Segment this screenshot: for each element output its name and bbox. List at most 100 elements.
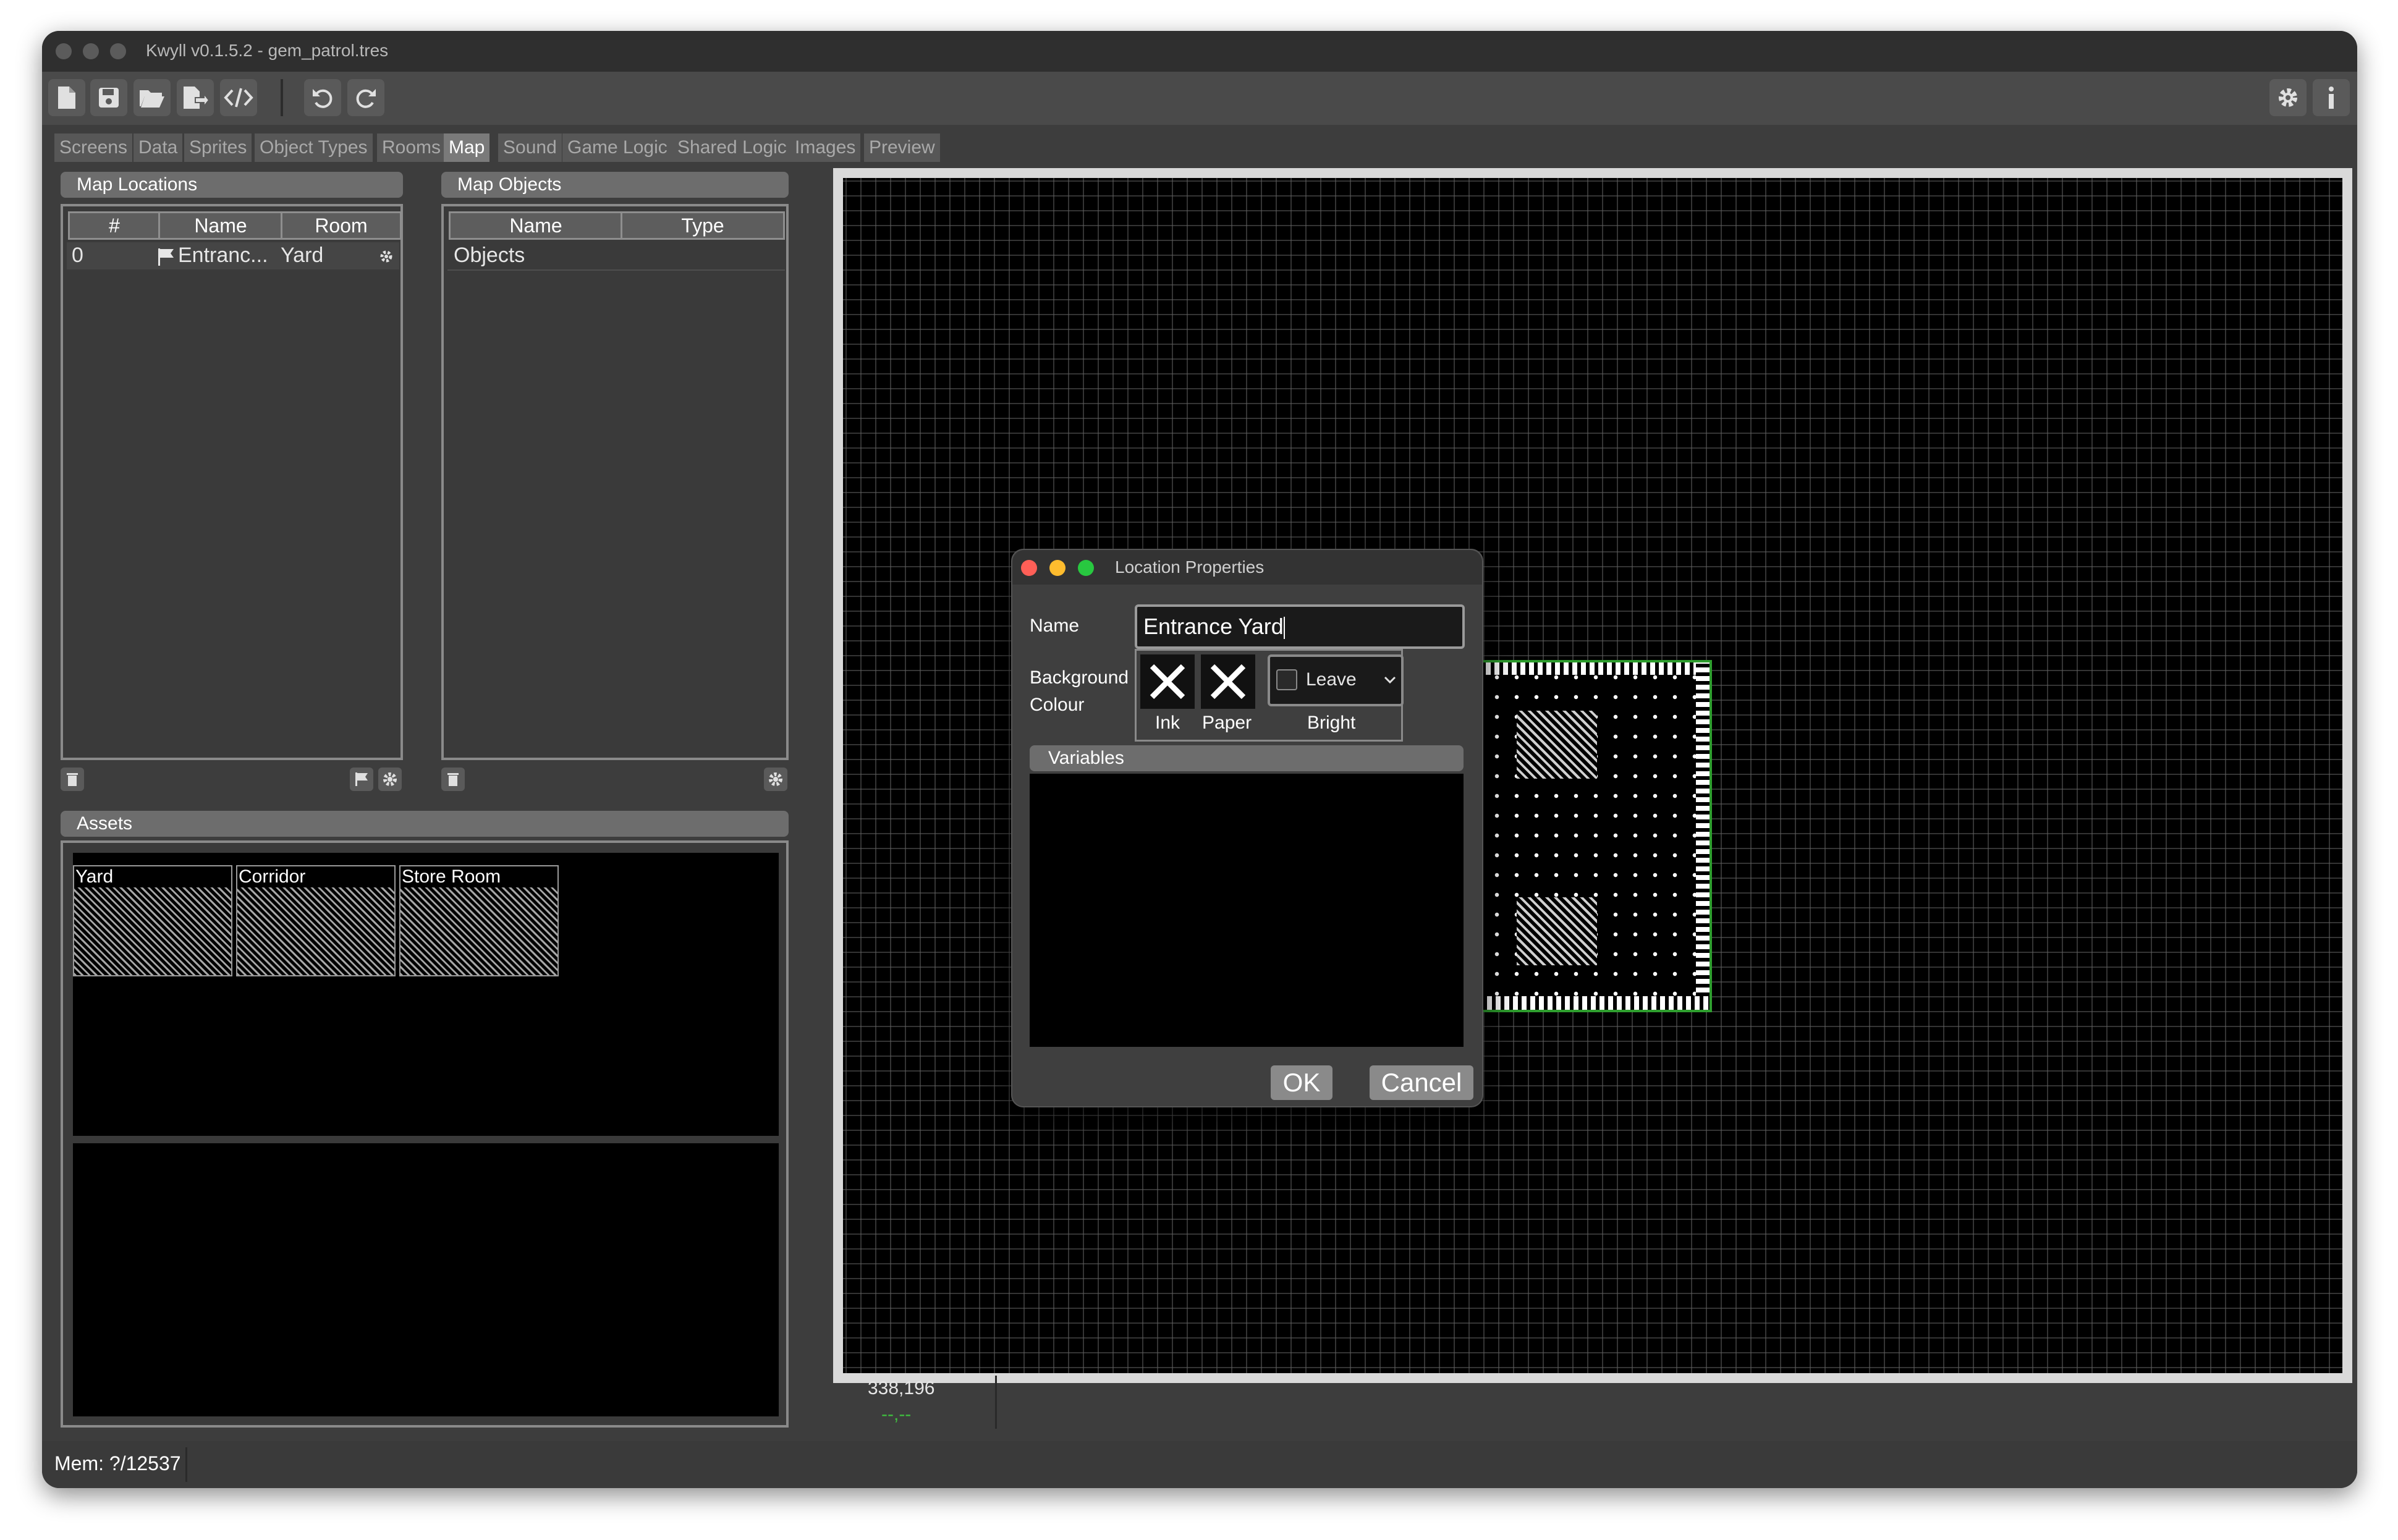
close-window-button[interactable] — [56, 43, 72, 59]
tab-images[interactable]: Images — [790, 133, 861, 162]
delete-location-button[interactable] — [61, 768, 84, 791]
delete-object-button[interactable] — [441, 768, 465, 791]
code-button[interactable] — [220, 79, 257, 116]
export-button[interactable] — [177, 79, 214, 116]
bright-checkbox[interactable] — [1276, 669, 1297, 690]
name-label: Name — [1030, 616, 1080, 636]
settings-icon — [2279, 88, 2297, 107]
app-window: Kwyll v0.1.5.2 - gem_patrol.tres Screens… — [42, 31, 2357, 1488]
location-room: Yard — [281, 243, 324, 267]
location-settings-button[interactable] — [378, 768, 402, 791]
new-file-button[interactable] — [48, 79, 85, 116]
divider — [185, 1447, 187, 1482]
location-index: 0 — [72, 243, 83, 267]
cancel-button[interactable]: Cancel — [1370, 1065, 1473, 1100]
x-icon — [1150, 664, 1185, 700]
dialog-maximize-button[interactable] — [1078, 560, 1094, 576]
tab-screens[interactable]: Screens — [54, 133, 133, 162]
assets-title: Assets — [61, 811, 789, 837]
dialog-title-bar: Location Properties — [1012, 550, 1482, 585]
open-button[interactable] — [133, 79, 171, 116]
redo-icon — [356, 89, 376, 108]
minimize-window-button[interactable] — [83, 43, 99, 59]
map-locations-panel: Map Locations # Name Room 0 Entranc... Y… — [56, 172, 408, 798]
gear-icon — [383, 772, 397, 786]
background-colour-controls: Leave Ink Paper Bright — [1135, 649, 1404, 742]
tab-rooms[interactable]: Rooms — [377, 133, 446, 162]
asset-thumbnail-store-room[interactable]: Store Room — [399, 865, 559, 976]
name-input[interactable]: Entrance Yard — [1135, 604, 1465, 649]
cursor-position: --,-- — [881, 1404, 912, 1424]
info-icon — [2329, 87, 2334, 109]
settings-button[interactable] — [2269, 79, 2307, 116]
asset-label: Yard — [75, 866, 114, 887]
background-colour-label-1: Background — [1030, 667, 1129, 688]
object-name: Objects — [454, 243, 525, 267]
table-row[interactable]: 0 Entranc... Yard — [67, 242, 399, 269]
undo-button[interactable] — [304, 79, 341, 116]
variables-header: Variables — [1030, 745, 1464, 771]
gear-icon[interactable] — [379, 250, 393, 263]
title-bar: Kwyll v0.1.5.2 - gem_patrol.tres — [42, 31, 2357, 72]
asset-label: Corridor — [239, 866, 306, 887]
trash-icon — [447, 773, 459, 786]
map-objects-list: Name Type Objects — [441, 204, 789, 760]
cursor-coordinates: 338,196 — [868, 1378, 935, 1398]
tab-data[interactable]: Data — [133, 133, 183, 162]
asset-thumbnail-yard[interactable]: Yard — [73, 865, 232, 976]
object-settings-button[interactable] — [764, 768, 787, 791]
column-header-type[interactable]: Type — [621, 211, 785, 240]
assets-room-grid: Yard Corridor Store Room — [73, 853, 779, 1136]
tab-object-types[interactable]: Object Types — [255, 133, 373, 162]
tab-game-logic[interactable]: Game Logic — [562, 133, 672, 162]
toolbar-separator — [281, 79, 283, 116]
location-name: Entranc... — [178, 243, 268, 267]
redo-button[interactable] — [347, 79, 384, 116]
code-icon — [224, 88, 253, 108]
dialog-minimize-button[interactable] — [1049, 560, 1066, 576]
table-row[interactable]: Objects — [447, 242, 785, 271]
bright-select[interactable]: Leave — [1268, 654, 1404, 706]
variables-area[interactable] — [1030, 774, 1464, 1047]
column-header-name[interactable]: Name — [449, 211, 623, 240]
info-button[interactable] — [2313, 79, 2350, 116]
status-bar: Mem: ?/12537 — [42, 1441, 2357, 1488]
x-icon — [1210, 664, 1246, 700]
asset-preview-area — [73, 1143, 779, 1416]
ink-swatch[interactable] — [1140, 654, 1195, 709]
assets-panel: Assets Yard Corridor Store Room — [56, 811, 794, 1429]
tab-map[interactable]: Map — [444, 133, 490, 162]
divider — [995, 1376, 997, 1429]
undo-icon — [313, 89, 333, 108]
column-header-name[interactable]: Name — [158, 211, 283, 240]
background-colour-label-2: Colour — [1030, 695, 1085, 715]
location-properties-dialog: Location Properties Name Entrance Yard B… — [1011, 549, 1483, 1107]
tab-sound[interactable]: Sound — [498, 133, 562, 162]
column-header-index[interactable]: # — [68, 211, 161, 240]
dialog-close-button[interactable] — [1021, 560, 1037, 576]
asset-thumbnail-corridor[interactable]: Corridor — [236, 865, 396, 976]
maximize-window-button[interactable] — [110, 43, 126, 59]
add-location-button[interactable] — [350, 768, 373, 791]
tab-sprites[interactable]: Sprites — [184, 133, 252, 162]
memory-status: Mem: ?/12537 — [54, 1452, 181, 1474]
window-title: Kwyll v0.1.5.2 - gem_patrol.tres — [146, 41, 389, 60]
paper-swatch[interactable] — [1201, 654, 1255, 709]
bright-label: Bright — [1307, 713, 1356, 733]
flag-icon — [355, 772, 368, 786]
flag-icon — [158, 248, 174, 266]
new-file-icon — [58, 87, 75, 109]
chevron-down-icon — [1384, 676, 1396, 684]
tab-bar: Screens Data Sprites Object Types Rooms … — [42, 125, 2357, 166]
save-icon — [99, 88, 119, 108]
tab-shared-logic[interactable]: Shared Logic — [672, 133, 792, 162]
tab-preview[interactable]: Preview — [864, 133, 940, 162]
bright-value: Leave — [1306, 669, 1357, 690]
column-header-room[interactable]: Room — [281, 211, 402, 240]
map-locations-title: Map Locations — [61, 172, 403, 198]
save-button[interactable] — [90, 79, 127, 116]
ok-button[interactable]: OK — [1271, 1065, 1332, 1100]
ink-label: Ink — [1155, 713, 1180, 733]
open-folder-icon — [140, 90, 164, 108]
map-locations-list: # Name Room 0 Entranc... Yard — [61, 204, 403, 760]
